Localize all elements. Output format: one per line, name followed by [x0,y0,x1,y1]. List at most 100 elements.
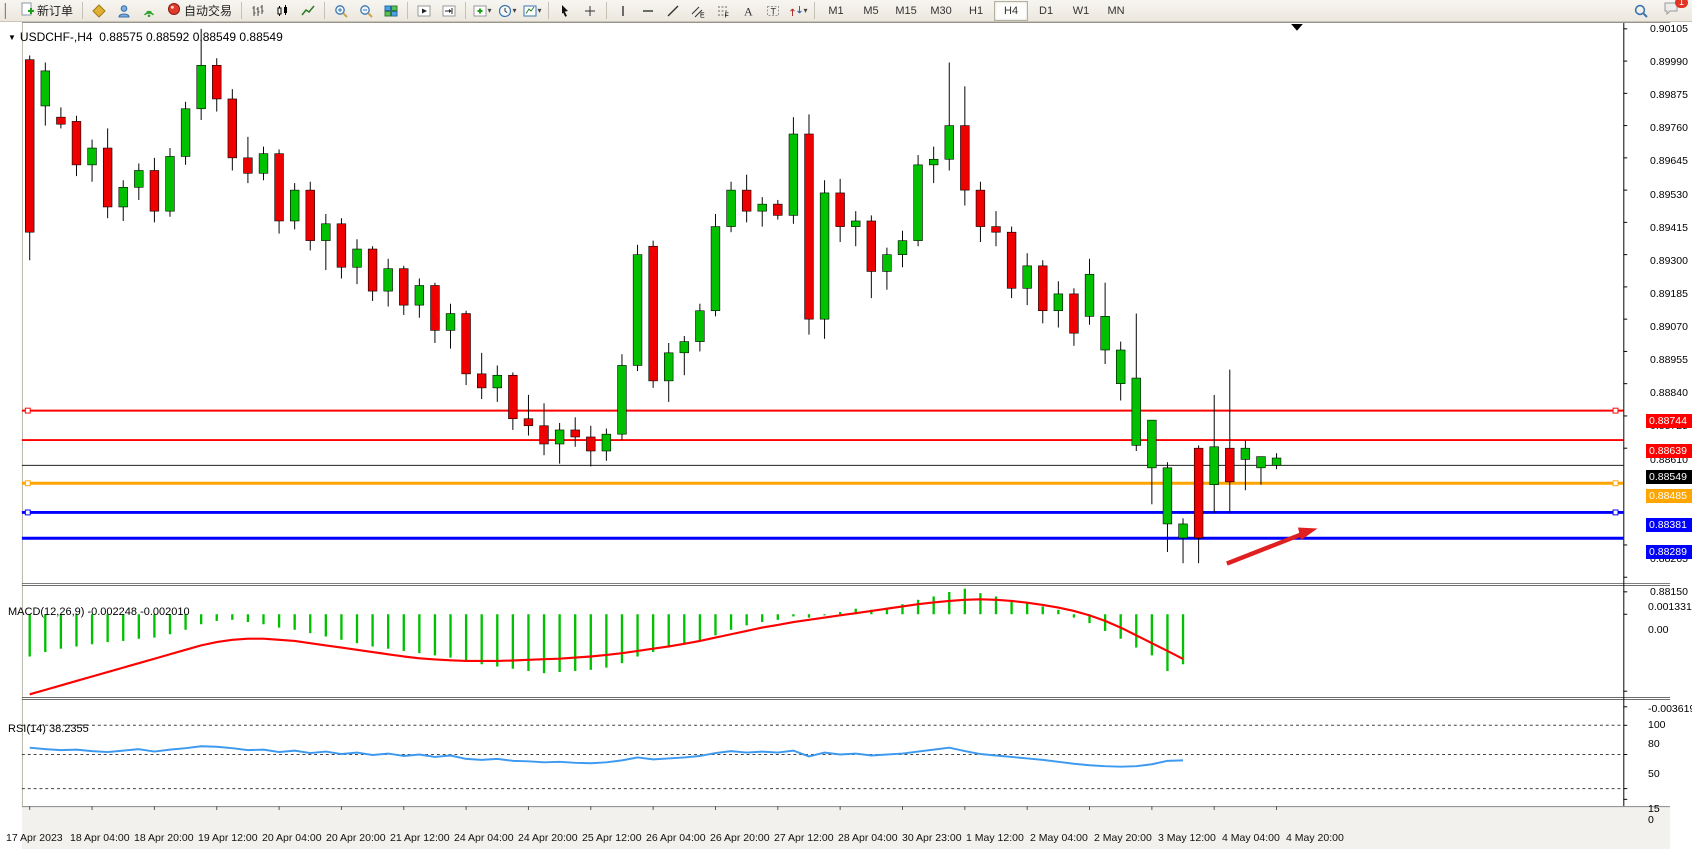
price-tick: 0.90105 [1650,23,1688,35]
price-tag-0.88381: 0.88381 [1646,518,1692,532]
toolbar-separator [324,2,325,19]
auto-trading-icon [167,2,181,19]
line-handle[interactable] [1613,510,1618,515]
timeframe-H1-button[interactable]: H1 [959,1,993,21]
chart-canvas[interactable] [0,22,1692,849]
toolbar-right-cluster: 1 [1629,0,1689,22]
collapse-icon[interactable]: ▼ [8,33,16,42]
price-tag-0.88549: 0.88549 [1646,470,1692,484]
timeframe-M1-button[interactable]: M1 [819,1,853,21]
signals-icon[interactable] [137,0,161,22]
price-tick: 0.89990 [1650,56,1688,68]
market-watch-icon[interactable] [87,0,111,22]
search-icon[interactable] [1629,0,1653,22]
timeframe-M30-button[interactable]: M30 [924,1,958,21]
vertical-line-tool-button[interactable] [611,0,635,22]
toolbar-separator [548,2,549,19]
notification-badge: 1 [1675,0,1688,8]
auto-scroll-button[interactable] [412,0,436,22]
line-handle[interactable] [1613,408,1618,413]
toolbar-separator [82,2,83,19]
new-order-label: 新订单 [37,2,73,19]
date-label: 18 Apr 04:00 [70,832,130,844]
chart-shift-button[interactable] [437,0,461,22]
date-label: 20 Apr 20:00 [326,832,386,844]
price-tick: 0.89300 [1650,255,1688,267]
date-label: 3 May 12:00 [1158,832,1216,844]
svg-text:F: F [725,12,729,18]
date-label: 25 Apr 12:00 [582,832,642,844]
periods-button[interactable]: ▾ [495,0,519,22]
date-label: 17 Apr 2023 [6,832,63,844]
fibonacci-tool-button[interactable]: F [711,0,735,22]
rsi-scale-tick: 50 [1648,768,1660,780]
equidistant-channel-tool-button[interactable]: E [686,0,710,22]
notifications-button[interactable]: 1 [1659,0,1683,22]
horizontal-line-tool-button[interactable] [636,0,660,22]
timeframe-H4-button[interactable]: H4 [994,1,1028,21]
toolbar-separator [465,2,466,19]
toolbar-separator [814,2,815,19]
timeframe-M5-button[interactable]: M5 [854,1,888,21]
add-indicator-button[interactable]: ▾ [470,0,494,22]
line-handle[interactable] [1613,481,1618,486]
bar-chart-button[interactable] [246,0,270,22]
price-tag-0.88639: 0.88639 [1646,444,1692,458]
svg-text:T: T [771,6,777,16]
price-tick: 0.88955 [1650,354,1688,366]
price-tick: 0.89415 [1650,222,1688,234]
line-handle[interactable] [25,510,30,515]
arrows-tool-button[interactable]: ▾ [786,0,810,22]
price-tick: 0.89760 [1650,122,1688,134]
zoom-in-button[interactable] [329,0,353,22]
rsi-scale-tick: 80 [1648,738,1660,750]
timeframe-group: M1M5M15M30H1H4D1W1MN [819,1,1133,21]
line-handle[interactable] [25,481,30,486]
date-label: 18 Apr 20:00 [134,832,194,844]
auto-trading-button[interactable]: 自动交易 [162,0,237,22]
ohlc-values: 0.88575 0.88592 0.88549 0.88549 [99,30,283,44]
toolbar-grip[interactable] [4,3,11,19]
price-tag-0.88744: 0.88744 [1646,414,1692,428]
date-label: 30 Apr 23:00 [902,832,962,844]
line-chart-button[interactable] [296,0,320,22]
line-handle[interactable] [25,408,30,413]
crosshair-tool-button[interactable] [578,0,602,22]
chart-window: ▼USDCHF-,H4 0.88575 0.88592 0.88549 0.88… [0,22,1692,849]
toolbar-separator [407,2,408,19]
date-label: 24 Apr 20:00 [518,832,578,844]
accounts-icon[interactable] [112,0,136,22]
rsi-scale-tick: 100 [1648,719,1666,731]
chevron-down-icon: ▾ [513,6,517,15]
price-tick: 0.88840 [1650,387,1688,399]
date-label: 4 May 04:00 [1222,832,1280,844]
date-label: 27 Apr 12:00 [774,832,834,844]
date-label: 2 May 04:00 [1030,832,1088,844]
candlestick-chart-button[interactable] [271,0,295,22]
date-label: 21 Apr 12:00 [390,832,450,844]
trendline-tool-button[interactable] [661,0,685,22]
cursor-tool-button[interactable] [553,0,577,22]
templates-button[interactable]: ▾ [520,0,544,22]
timeframe-M15-button[interactable]: M15 [889,1,923,21]
date-label: 28 Apr 04:00 [838,832,898,844]
timeframe-MN-button[interactable]: MN [1099,1,1133,21]
new-order-button[interactable]: 新订单 [15,0,78,22]
text-label-tool-button[interactable]: T [761,0,785,22]
chart-title: ▼USDCHF-,H4 0.88575 0.88592 0.88549 0.88… [8,30,283,44]
timeframe-W1-button[interactable]: W1 [1064,1,1098,21]
zoom-out-button[interactable] [354,0,378,22]
date-label: 4 May 20:00 [1286,832,1344,844]
toolbar: 新订单 自动交易 ▾ ▾ ▾ E F A T ▾ [0,0,1692,22]
price-tick: 0.89645 [1650,155,1688,167]
text-tool-button[interactable]: A [736,0,760,22]
svg-text:E: E [700,12,705,18]
rsi-scale-tick: 0 [1648,814,1654,826]
rsi-indicator-label: RSI(14) 38.2355 [8,723,89,735]
toolbar-separator [241,2,242,19]
tile-windows-button[interactable] [379,0,403,22]
price-tag-0.88485: 0.88485 [1646,489,1692,503]
timeframe-D1-button[interactable]: D1 [1029,1,1063,21]
chevron-down-icon: ▾ [488,6,492,15]
auto-trading-label: 自动交易 [184,2,232,19]
